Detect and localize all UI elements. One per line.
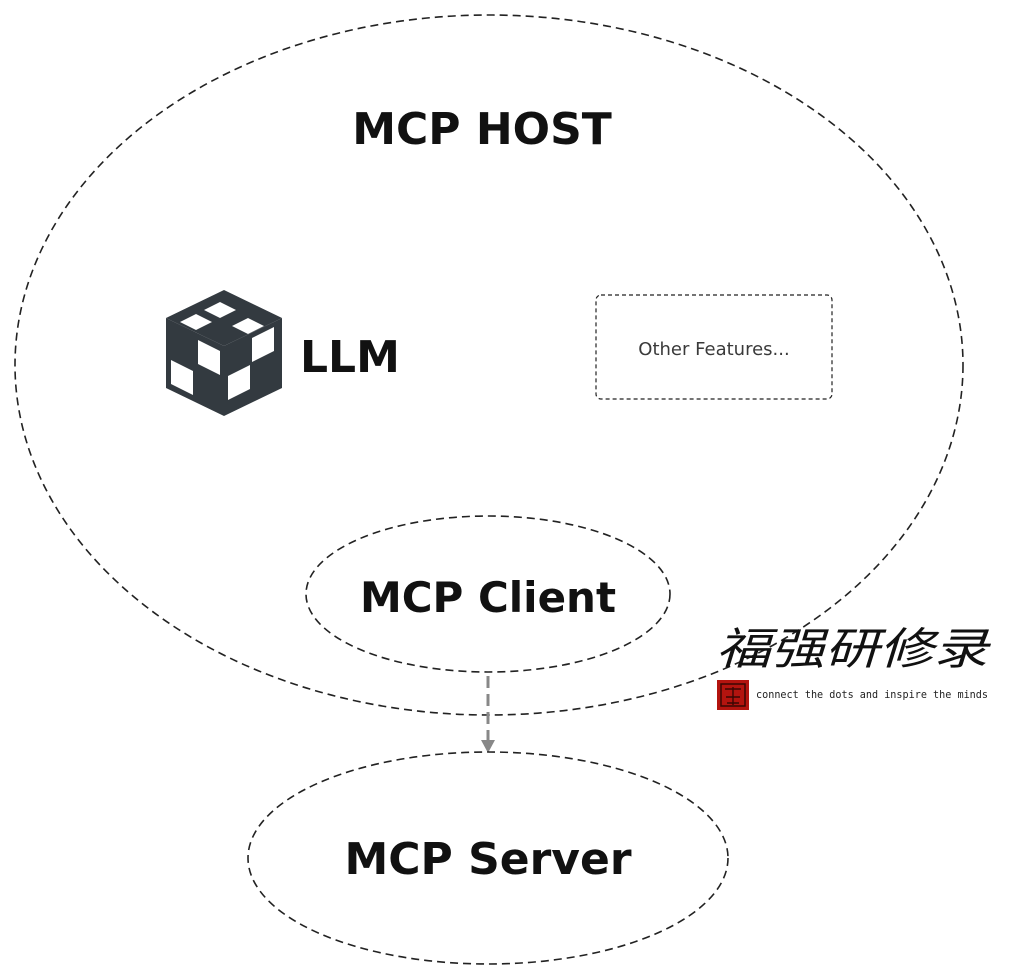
mcp-architecture-diagram: MCP HOST LLM Other Features... MCP Clien… <box>14 14 992 965</box>
watermark-tagline: connect the dots and inspire the minds <box>756 688 988 701</box>
llm-label: LLM <box>300 332 400 383</box>
watermark-title: 福强研修录 <box>716 624 992 675</box>
red-seal-icon <box>717 680 749 710</box>
cube-icon <box>166 290 282 416</box>
watermark: 福强研修录 connect the dots and inspire the m… <box>716 624 992 710</box>
host-label: MCP HOST <box>352 104 612 155</box>
server-label: MCP Server <box>344 834 631 885</box>
features-label: Other Features... <box>638 339 789 360</box>
client-label: MCP Client <box>360 573 616 622</box>
